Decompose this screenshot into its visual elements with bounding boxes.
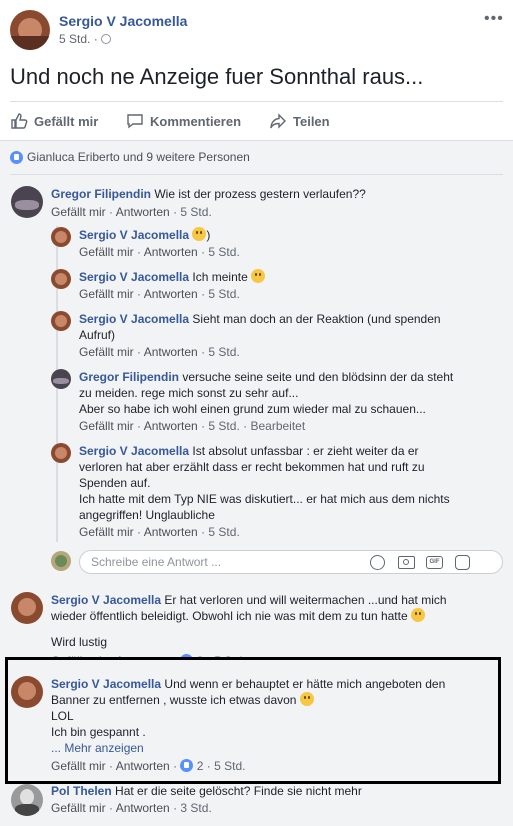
- globe-icon: [101, 34, 112, 44]
- like-button[interactable]: Gefällt mir: [10, 111, 98, 131]
- reply-author[interactable]: Sergio V Jacomella: [79, 444, 189, 458]
- comment-actions: Gefällt mir · Antworten · 5 Std.: [51, 205, 212, 219]
- post-time[interactable]: 5 Std.: [59, 32, 90, 46]
- avatar[interactable]: [51, 443, 71, 463]
- wink-emoji-icon: [299, 692, 314, 706]
- reply-author[interactable]: Sergio V Jacomella: [79, 270, 189, 284]
- more-options-icon[interactable]: •••: [484, 10, 504, 28]
- comment-time[interactable]: 5 Std.: [214, 759, 245, 773]
- like-reaction-icon: [180, 759, 194, 772]
- show-more-link[interactable]: ... Mehr anzeigen: [51, 741, 144, 755]
- comment-like-link[interactable]: Gefällt mir: [51, 759, 106, 773]
- confused-emoji-icon: [192, 227, 207, 241]
- smile-emoji-icon: [251, 269, 266, 283]
- comment-actions: Gefällt mir · Antworten · 2 · 5 Std.: [51, 759, 246, 773]
- avatar[interactable]: [51, 269, 71, 289]
- comment-like-link[interactable]: Gefällt mir: [51, 801, 106, 815]
- reply-author[interactable]: Sergio V Jacomella: [79, 312, 189, 326]
- reply-reply-link[interactable]: Antworten: [144, 525, 198, 539]
- likes-summary[interactable]: Gianluca Eriberto und 9 weitere Personen: [10, 150, 250, 164]
- reply-time[interactable]: 5 Std.: [208, 245, 239, 259]
- comment-author[interactable]: Pol Thelen: [51, 784, 112, 798]
- reply-reply-link[interactable]: Antworten: [144, 419, 198, 433]
- thumbs-up-icon: [11, 113, 28, 129]
- reply-like-link[interactable]: Gefällt mir: [79, 525, 134, 539]
- camera-icon[interactable]: [398, 556, 415, 569]
- reply-time[interactable]: 5 Std.: [208, 525, 239, 539]
- comment-author[interactable]: Gregor Filipendin: [51, 187, 151, 201]
- reply-actions: Gefällt mir · Antworten · 5 Std. · Bearb…: [79, 419, 306, 433]
- current-user-avatar: [51, 551, 71, 571]
- post-text: Und noch ne Anzeige fuer Sonnthal raus..…: [10, 64, 424, 89]
- comment-reply-link[interactable]: Antworten: [116, 205, 170, 219]
- like-reaction-icon: [10, 150, 23, 164]
- reply-input[interactable]: Schreibe eine Antwort ... GIF: [79, 550, 503, 574]
- comment-text: Sergio V Jacomella Er hat verloren und w…: [51, 593, 447, 649]
- comment-reply-link[interactable]: Antworten: [116, 759, 170, 773]
- comment-text: Gregor Filipendin Wie ist der prozess ge…: [51, 187, 366, 201]
- post-timestamp[interactable]: 5 Std. ·: [59, 32, 112, 46]
- comment-time[interactable]: 5 Std.: [180, 205, 211, 219]
- reply-reply-link[interactable]: Antworten: [144, 287, 198, 301]
- reply-actions: Gefällt mir · Antworten · 5 Std.: [79, 245, 240, 259]
- avatar[interactable]: [11, 676, 43, 708]
- reply-input-placeholder: Schreibe eine Antwort ...: [91, 555, 222, 569]
- reply-actions: Gefällt mir · Antworten · 5 Std.: [79, 525, 240, 539]
- divider: [10, 174, 503, 175]
- comment-author[interactable]: Sergio V Jacomella: [51, 593, 161, 607]
- avatar[interactable]: [51, 369, 71, 389]
- avatar[interactable]: [11, 592, 43, 624]
- comment-author[interactable]: Sergio V Jacomella: [51, 677, 161, 691]
- reply-like-link[interactable]: Gefällt mir: [79, 287, 134, 301]
- comment-time[interactable]: 3 Std.: [180, 801, 211, 815]
- comment-icon: [127, 114, 143, 129]
- reply-text: Sergio V Jacomella Sieht man doch an der…: [79, 312, 441, 342]
- avatar[interactable]: [51, 227, 71, 247]
- reply-actions: Gefällt mir · Antworten · 5 Std.: [79, 287, 240, 301]
- wink-emoji-icon: [410, 608, 425, 622]
- post-author-avatar[interactable]: [10, 10, 50, 50]
- avatar[interactable]: [11, 784, 43, 816]
- reply-like-link[interactable]: Gefällt mir: [79, 419, 134, 433]
- share-icon: [270, 113, 286, 129]
- reply-like-link[interactable]: Gefällt mir: [79, 345, 134, 359]
- comment-reply-link[interactable]: Antworten: [116, 801, 170, 815]
- reply-time[interactable]: 5 Std.: [208, 345, 239, 359]
- reply-text: Gregor Filipendin versuche seine seite u…: [79, 370, 454, 416]
- avatar[interactable]: [51, 311, 71, 331]
- share-button[interactable]: Teilen: [269, 111, 330, 131]
- comment-actions: Gefällt mir · Antworten · 3 Std.: [51, 801, 212, 815]
- comment-like-link[interactable]: Gefällt mir: [51, 205, 106, 219]
- reply-actions: Gefällt mir · Antworten · 5 Std.: [79, 345, 240, 359]
- reply-text: Sergio V Jacomella Ich meinte: [79, 269, 266, 285]
- reply-text: Sergio V Jacomella Ist absolut unfassbar…: [79, 444, 450, 522]
- emoji-picker-icon[interactable]: [370, 555, 385, 570]
- comment-text: Sergio V Jacomella Und wenn er behauptet…: [51, 677, 446, 755]
- reply-reply-link[interactable]: Antworten: [144, 245, 198, 259]
- edited-label[interactable]: Bearbeitet: [250, 419, 305, 433]
- reaction-count[interactable]: 2: [197, 759, 204, 773]
- comment-button[interactable]: Kommentieren: [126, 111, 241, 131]
- post-author-name[interactable]: Sergio V Jacomella: [59, 13, 187, 29]
- comment-text: Pol Thelen Hat er die seite gelöscht? Fi…: [51, 784, 362, 798]
- reply-time[interactable]: 5 Std.: [208, 419, 239, 433]
- reply-reply-link[interactable]: Antworten: [144, 345, 198, 359]
- reply-text: Sergio V Jacomella ): [79, 227, 211, 242]
- gif-icon[interactable]: GIF: [426, 556, 443, 569]
- reply-like-link[interactable]: Gefällt mir: [79, 245, 134, 259]
- divider: [10, 101, 503, 102]
- reply-time[interactable]: 5 Std.: [208, 287, 239, 301]
- avatar[interactable]: [11, 186, 43, 218]
- sticker-icon[interactable]: [455, 555, 470, 570]
- reply-author[interactable]: Sergio V Jacomella: [79, 228, 189, 242]
- reply-author[interactable]: Gregor Filipendin: [79, 370, 179, 384]
